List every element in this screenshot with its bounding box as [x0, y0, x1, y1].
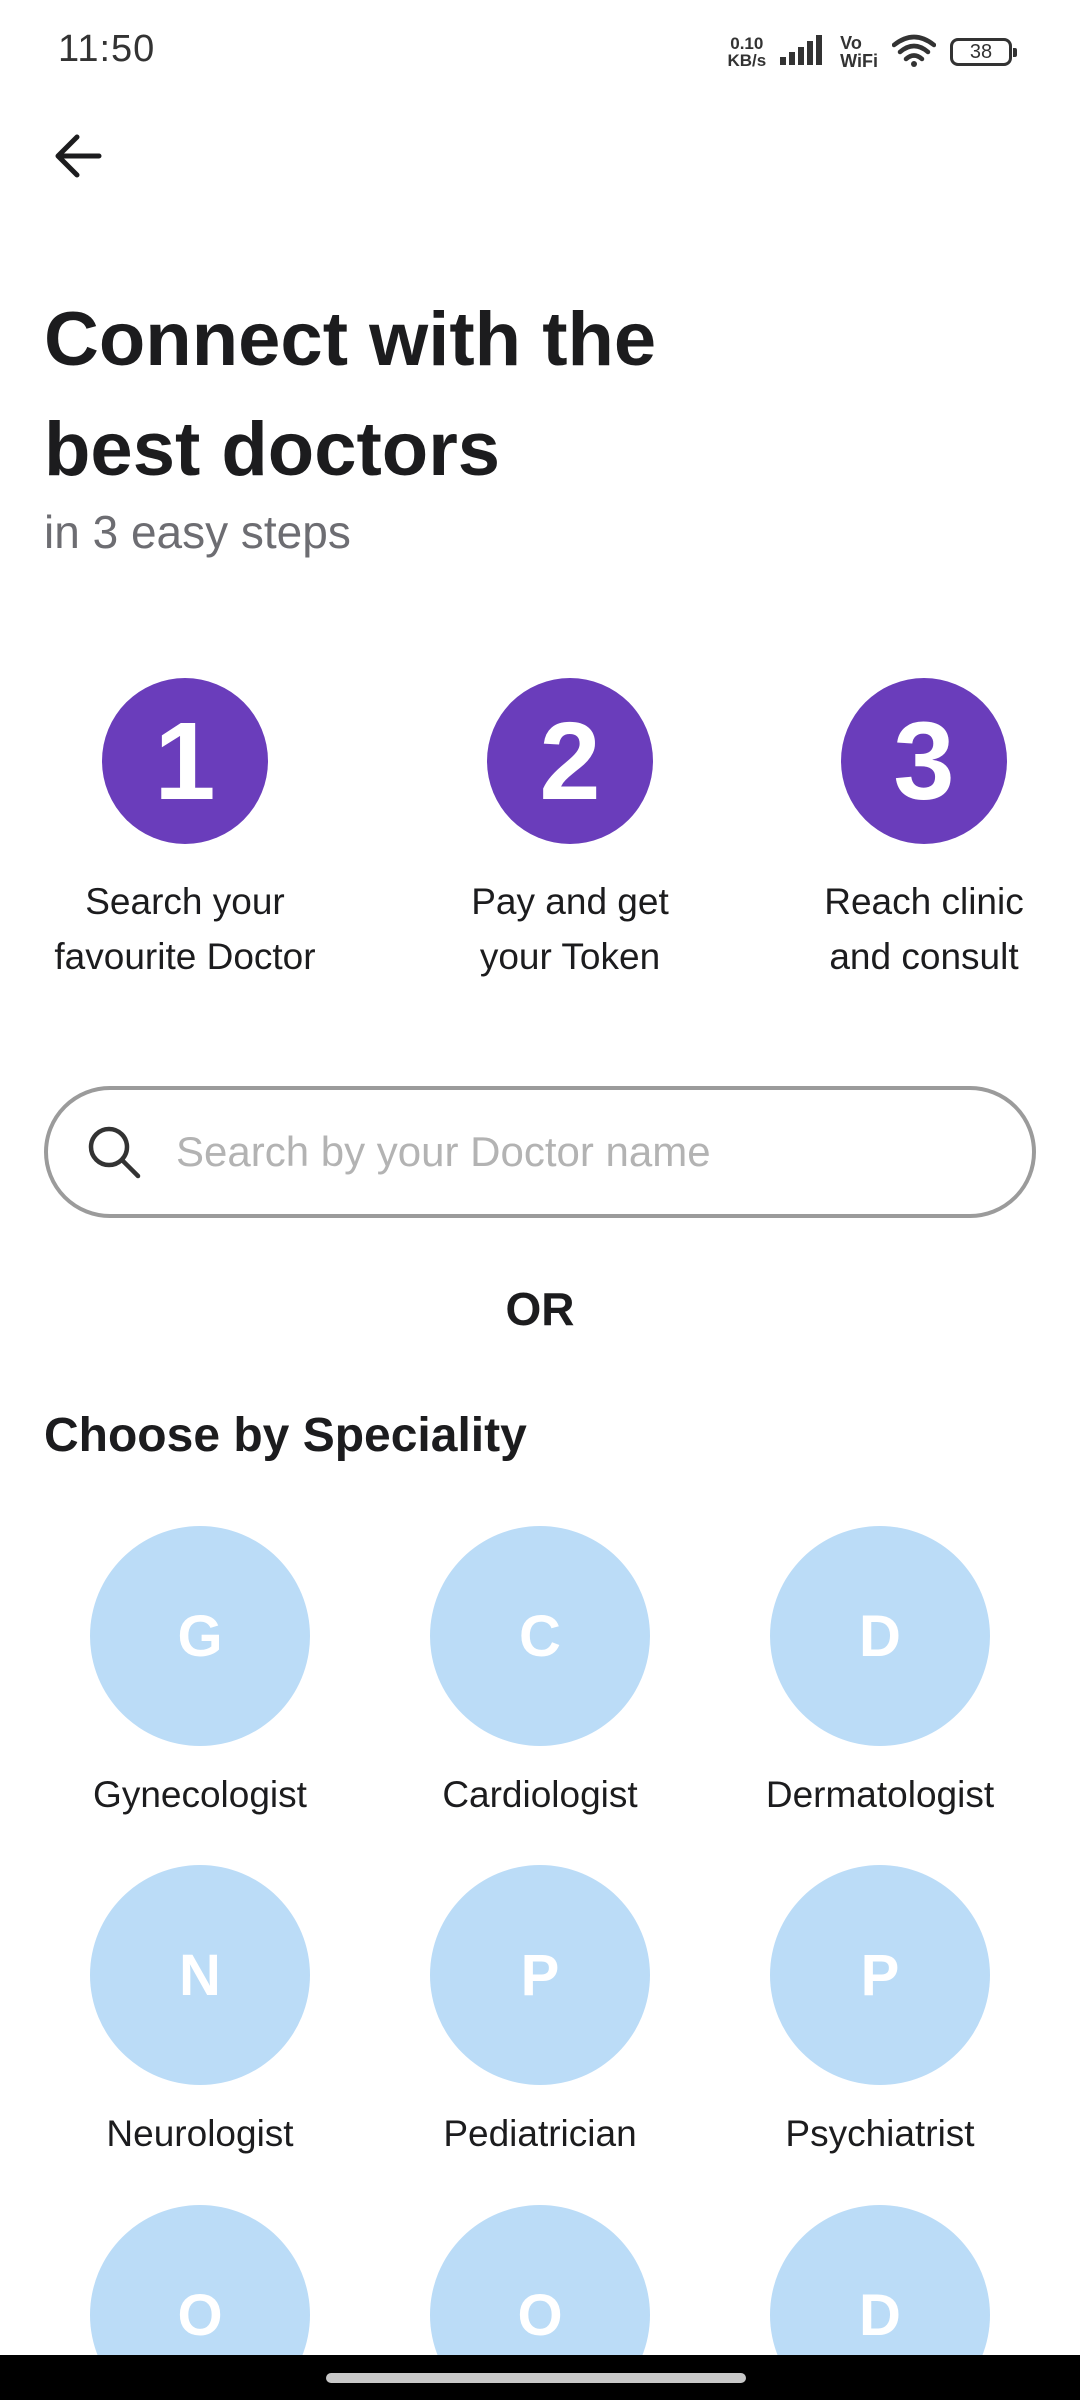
speciality-dermatologist[interactable]: D Dermatologist — [730, 1526, 1030, 1816]
step-description-line2: and consult — [829, 936, 1019, 977]
page-title-line2: best doctors — [44, 407, 501, 492]
speciality-label: Dermatologist — [765, 1774, 995, 1815]
speciality-label: Gynecologist — [93, 1774, 307, 1815]
speciality-label: Cardiologist — [442, 1774, 638, 1815]
signal-icon — [780, 34, 826, 70]
step-2: 2 Pay and get your Token — [405, 678, 735, 984]
step-number: 2 — [487, 678, 653, 844]
search-icon — [84, 1122, 144, 1182]
status-icons: 0.10 KB/s Vo WiFi 38 — [727, 30, 1017, 74]
page-title-line1: Connect with the — [44, 297, 657, 382]
speciality-avatar: P — [430, 1865, 650, 2085]
speciality-avatar: D — [770, 1526, 990, 1746]
or-divider-label: OR — [505, 1283, 575, 1335]
speciality-psychiatrist[interactable]: P Psychiatrist — [730, 1865, 1030, 2155]
step-description: Reach clinic and consult — [824, 874, 1023, 984]
back-button[interactable] — [40, 120, 116, 196]
network-speed-value: 0.10 — [730, 34, 764, 53]
speciality-avatar: G — [90, 1526, 310, 1746]
speciality-gynecologist[interactable]: G Gynecologist — [50, 1526, 350, 1816]
network-speed: 0.10 KB/s — [727, 35, 766, 69]
wifi-icon — [891, 33, 937, 72]
step-1: 1 Search your favourite Doctor — [20, 678, 350, 984]
speciality-neurologist[interactable]: N Neurologist — [50, 1865, 350, 2155]
speciality-section-title: Choose by Speciality — [44, 1409, 527, 1462]
speciality-avatar: N — [90, 1865, 310, 2085]
speciality-pediatrician[interactable]: P Pediatrician — [390, 1865, 690, 2155]
system-navigation-bar — [0, 2355, 1080, 2400]
step-description-line2: your Token — [479, 936, 661, 977]
vowifi-bottom: WiFi — [840, 51, 878, 71]
step-description: Pay and get your Token — [471, 874, 668, 984]
network-speed-unit: KB/s — [727, 51, 767, 70]
page-title: Connect with the best doctors — [44, 285, 804, 505]
step-number: 3 — [841, 678, 1007, 844]
speciality-avatar: C — [430, 1526, 650, 1746]
doctor-search-input[interactable] — [174, 1127, 998, 1177]
speciality-avatar: P — [770, 1865, 990, 2085]
step-3: 3 Reach clinic and consult — [759, 678, 1080, 984]
speciality-label: Psychiatrist — [785, 2113, 975, 2154]
arrow-left-icon — [53, 133, 103, 184]
page-subtitle: in 3 easy steps — [44, 506, 351, 558]
status-bar: 11:50 0.10 KB/s Vo WiFi 38 — [0, 0, 1080, 100]
speciality-label: Pediatrician — [443, 2113, 637, 2154]
screen: 11:50 0.10 KB/s Vo WiFi 38 Connect with … — [0, 0, 1080, 2400]
vowifi-indicator: Vo WiFi — [840, 34, 878, 70]
step-description: Search your favourite Doctor — [54, 874, 315, 984]
step-description-line1: Pay and get — [471, 881, 669, 922]
step-number: 1 — [102, 678, 268, 844]
speciality-cardiologist[interactable]: C Cardiologist — [390, 1526, 690, 1816]
step-description-line2: favourite Doctor — [54, 936, 316, 977]
speciality-label: Neurologist — [106, 2113, 294, 2154]
status-time: 11:50 — [58, 28, 156, 70]
home-indicator[interactable] — [326, 2373, 746, 2383]
vowifi-top: Vo — [840, 33, 862, 53]
doctor-search-box[interactable] — [44, 1086, 1036, 1218]
step-description-line1: Search your — [85, 881, 285, 922]
battery-icon: 38 — [950, 38, 1017, 66]
step-description-line1: Reach clinic — [824, 881, 1024, 922]
